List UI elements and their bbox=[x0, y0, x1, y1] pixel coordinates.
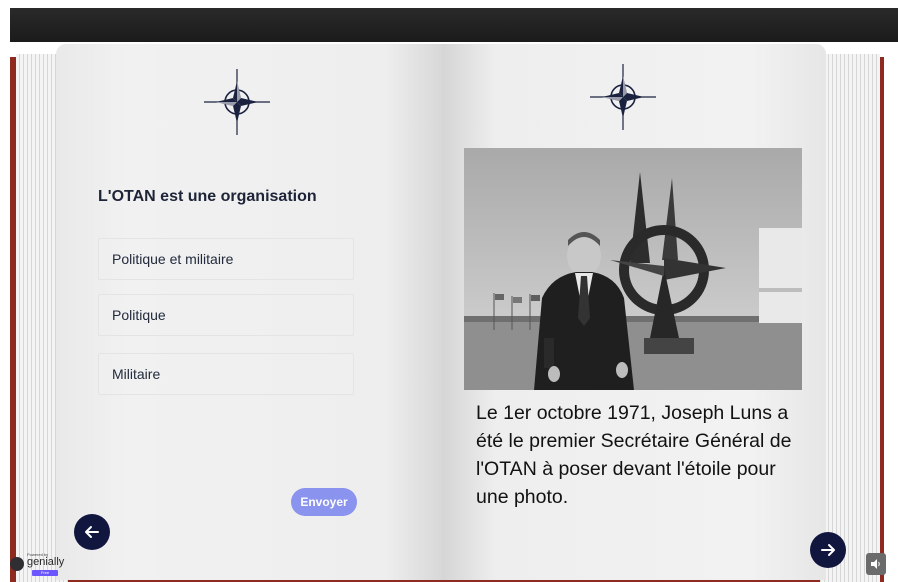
next-page-button[interactable] bbox=[810, 532, 846, 568]
quiz-question: L'OTAN est une organisation bbox=[98, 188, 317, 205]
sound-toggle-button[interactable] bbox=[866, 553, 886, 575]
brand-name: genially bbox=[27, 556, 65, 568]
answer-option-political[interactable]: Politique bbox=[98, 294, 354, 336]
nato-compass-icon bbox=[204, 69, 270, 135]
book-stage: L'OTAN est une organisation Politique et… bbox=[10, 42, 898, 582]
answer-option-political-military[interactable]: Politique et militaire bbox=[98, 238, 354, 280]
plan-badge: Free bbox=[32, 570, 58, 576]
previous-page-button[interactable] bbox=[74, 514, 110, 550]
historic-photo bbox=[464, 148, 802, 390]
answer-option-military[interactable]: Militaire bbox=[98, 353, 354, 395]
nato-compass-icon bbox=[590, 64, 656, 130]
submit-button[interactable]: Envoyer bbox=[291, 488, 357, 516]
top-bar bbox=[10, 8, 898, 42]
photo-joseph-luns bbox=[464, 148, 802, 390]
arrow-left-icon bbox=[85, 526, 99, 538]
page-stack-right bbox=[820, 54, 880, 582]
genially-branding[interactable]: Powered by genially Free bbox=[10, 547, 76, 581]
arrow-right-icon bbox=[821, 544, 835, 556]
speaker-icon bbox=[871, 559, 880, 569]
genially-logo-icon bbox=[10, 557, 24, 571]
photo-caption: Le 1er octobre 1971, Joseph Luns a été l… bbox=[476, 402, 792, 508]
